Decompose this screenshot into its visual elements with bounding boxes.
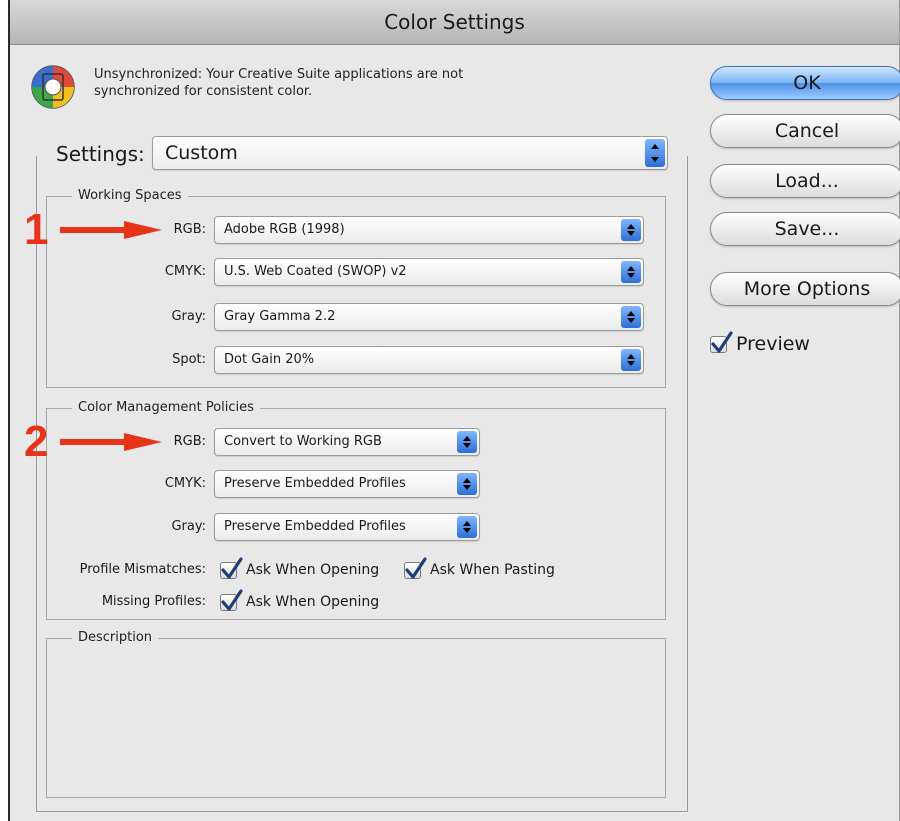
cmp-rgb-value: Convert to Working RGB bbox=[224, 434, 382, 449]
select-arrows-icon bbox=[457, 516, 477, 538]
save-button[interactable]: Save... bbox=[710, 212, 900, 246]
description-title: Description bbox=[72, 630, 159, 645]
settings-select[interactable]: Custom bbox=[152, 136, 668, 170]
ws-spot-value: Dot Gain 20% bbox=[224, 352, 315, 367]
checkmark-icon bbox=[221, 589, 243, 611]
ws-spot-label: Spot: bbox=[172, 352, 206, 367]
ws-cmyk-select[interactable]: U.S. Web Coated (SWOP) v2 bbox=[214, 258, 644, 286]
mismatch-open-checkbox[interactable] bbox=[220, 557, 243, 579]
more-options-button[interactable]: More Options bbox=[710, 272, 900, 306]
cmp-gray-label: Gray: bbox=[171, 519, 206, 534]
select-arrows-icon bbox=[621, 261, 641, 283]
working-spaces-title: Working Spaces bbox=[72, 188, 188, 203]
mismatch-open-label: Ask When Opening bbox=[246, 562, 380, 578]
profile-mismatches-label: Profile Mismatches: bbox=[79, 562, 206, 577]
ws-rgb-select[interactable]: Adobe RGB (1998) bbox=[214, 216, 644, 244]
sync-message: Unsynchronized: Your Creative Suite appl… bbox=[94, 67, 464, 99]
ws-gray-value: Gray Gamma 2.2 bbox=[224, 309, 336, 324]
select-arrows-icon bbox=[645, 139, 665, 167]
ws-cmyk-value: U.S. Web Coated (SWOP) v2 bbox=[224, 264, 407, 279]
color-wheel-icon bbox=[30, 64, 76, 110]
ok-button[interactable]: OK bbox=[710, 66, 900, 100]
mismatch-paste-label: Ask When Pasting bbox=[430, 562, 555, 578]
cmp-cmyk-select[interactable]: Preserve Embedded Profiles bbox=[214, 470, 480, 498]
annotation-marker-1: 1 bbox=[24, 205, 49, 254]
cmp-cmyk-value: Preserve Embedded Profiles bbox=[224, 476, 406, 491]
cmp-gray-select[interactable]: Preserve Embedded Profiles bbox=[214, 513, 480, 541]
annotation-marker-2: 2 bbox=[24, 417, 49, 466]
cmp-gray-value: Preserve Embedded Profiles bbox=[224, 519, 406, 534]
select-arrows-icon bbox=[457, 473, 477, 495]
select-arrows-icon bbox=[621, 219, 641, 241]
missing-profiles-label: Missing Profiles: bbox=[101, 594, 206, 609]
select-arrows-icon bbox=[621, 306, 641, 328]
select-arrows-icon bbox=[457, 431, 477, 453]
settings-select-value: Custom bbox=[165, 142, 238, 164]
load-button[interactable]: Load... bbox=[710, 164, 900, 198]
ws-gray-select[interactable]: Gray Gamma 2.2 bbox=[214, 303, 644, 331]
preview-label: Preview bbox=[736, 333, 810, 355]
ws-cmyk-label: CMYK: bbox=[164, 264, 206, 279]
missing-open-checkbox[interactable] bbox=[220, 589, 243, 611]
ws-spot-select[interactable]: Dot Gain 20% bbox=[214, 346, 644, 374]
cancel-button[interactable]: Cancel bbox=[710, 114, 900, 148]
checkmark-icon bbox=[711, 331, 733, 353]
red-arrow-icon bbox=[60, 220, 164, 244]
select-arrows-icon bbox=[621, 349, 641, 371]
policies-title: Color Management Policies bbox=[72, 400, 260, 415]
cmp-rgb-select[interactable]: Convert to Working RGB bbox=[214, 428, 480, 456]
ws-gray-label: Gray: bbox=[171, 309, 206, 324]
mismatch-paste-checkbox[interactable] bbox=[404, 557, 427, 579]
checkmark-icon bbox=[405, 557, 427, 579]
red-arrow-icon bbox=[60, 432, 164, 456]
missing-open-label: Ask When Opening bbox=[246, 594, 380, 610]
cmp-cmyk-label: CMYK: bbox=[164, 476, 206, 491]
color-settings-dialog: Color Settings Unsynchronized: Your Crea… bbox=[8, 0, 900, 821]
ws-rgb-value: Adobe RGB (1998) bbox=[224, 222, 345, 237]
description-group bbox=[46, 638, 666, 798]
window-title: Color Settings bbox=[10, 0, 899, 45]
checkmark-icon bbox=[221, 557, 243, 579]
settings-label: Settings: bbox=[56, 142, 145, 166]
preview-checkbox[interactable] bbox=[710, 331, 733, 353]
